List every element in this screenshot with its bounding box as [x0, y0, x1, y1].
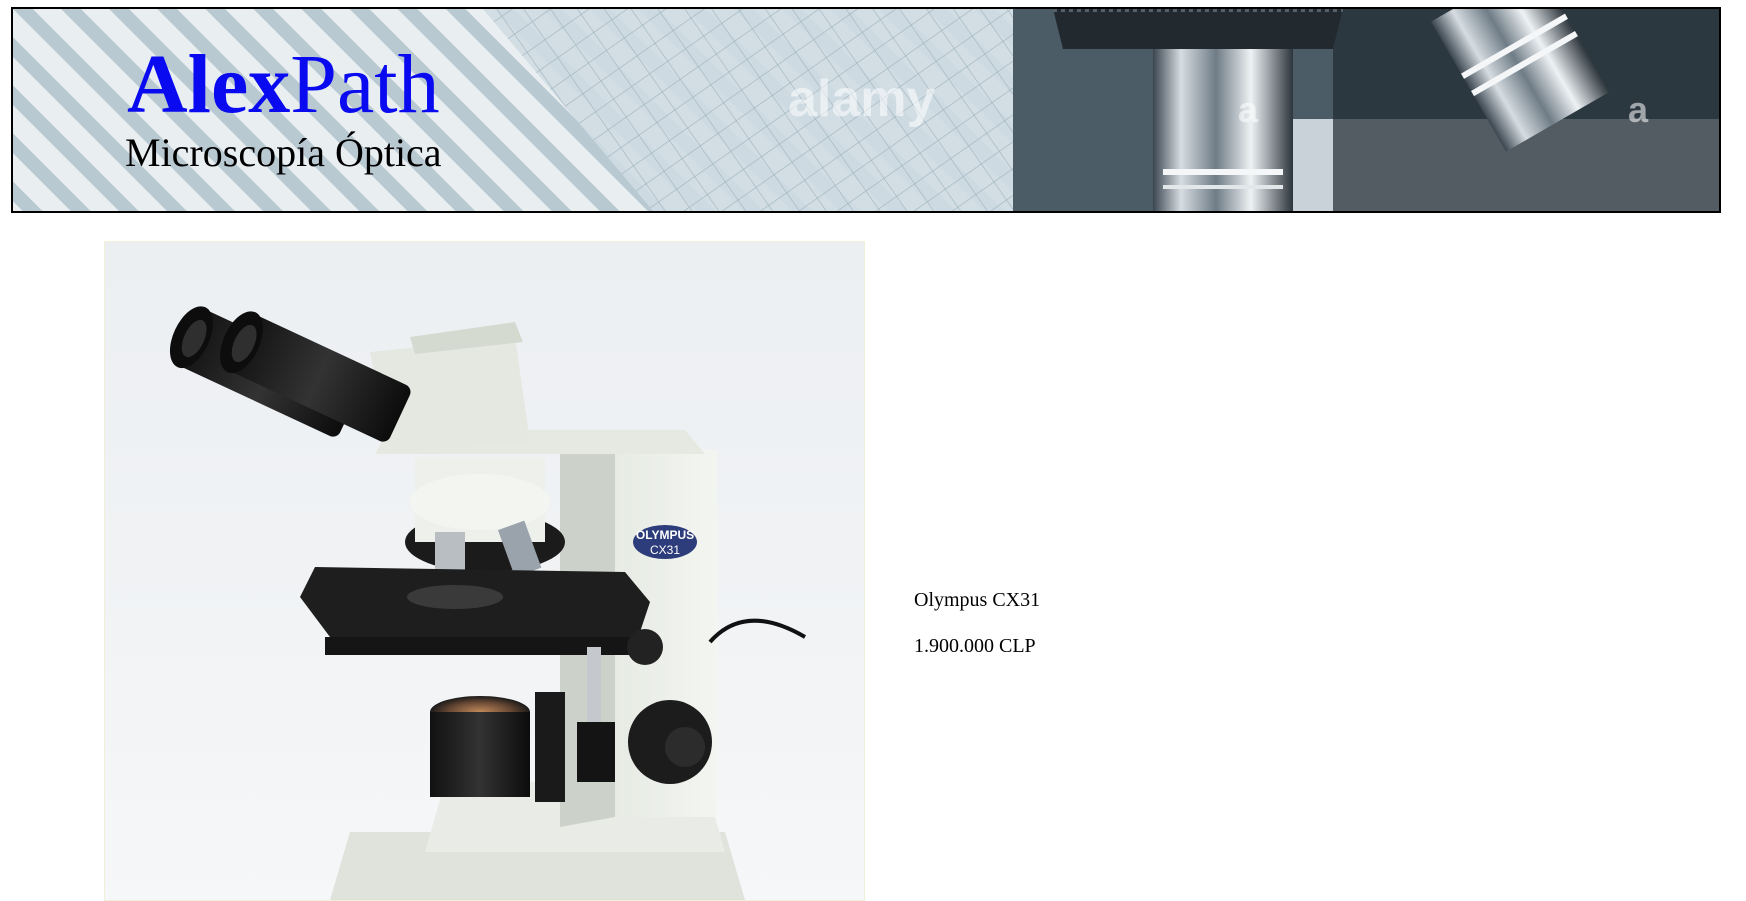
brand-logo[interactable]: AlexPath Microscopía Óptica — [125, 43, 442, 175]
brand-subtitle: Microscopía Óptica — [125, 130, 442, 175]
brand-name-part1: Alex — [127, 38, 291, 131]
microscope-image: OLYMPUS CX31 — [169, 306, 807, 900]
brand-name: AlexPath — [127, 43, 442, 127]
product-info: Olympus CX31 1.900.000 CLP — [914, 588, 1040, 658]
watermark-small-text: a — [1238, 89, 1259, 130]
product-name[interactable]: Olympus CX31 — [914, 588, 1040, 612]
product-price: 1.900.000 CLP — [914, 635, 1036, 657]
product-image[interactable]: OLYMPUS CX31 — [104, 241, 865, 901]
brand-name-part2: Path — [290, 38, 440, 131]
image-brand-label: OLYMPUS — [636, 528, 694, 542]
watermark-text: alamy — [788, 70, 936, 128]
header-banner: alamy a a AlexPath Microscopía Óptica — [11, 7, 1721, 213]
image-model-badge: CX31 — [650, 543, 680, 557]
watermark-small-text-2: a — [1628, 89, 1649, 130]
